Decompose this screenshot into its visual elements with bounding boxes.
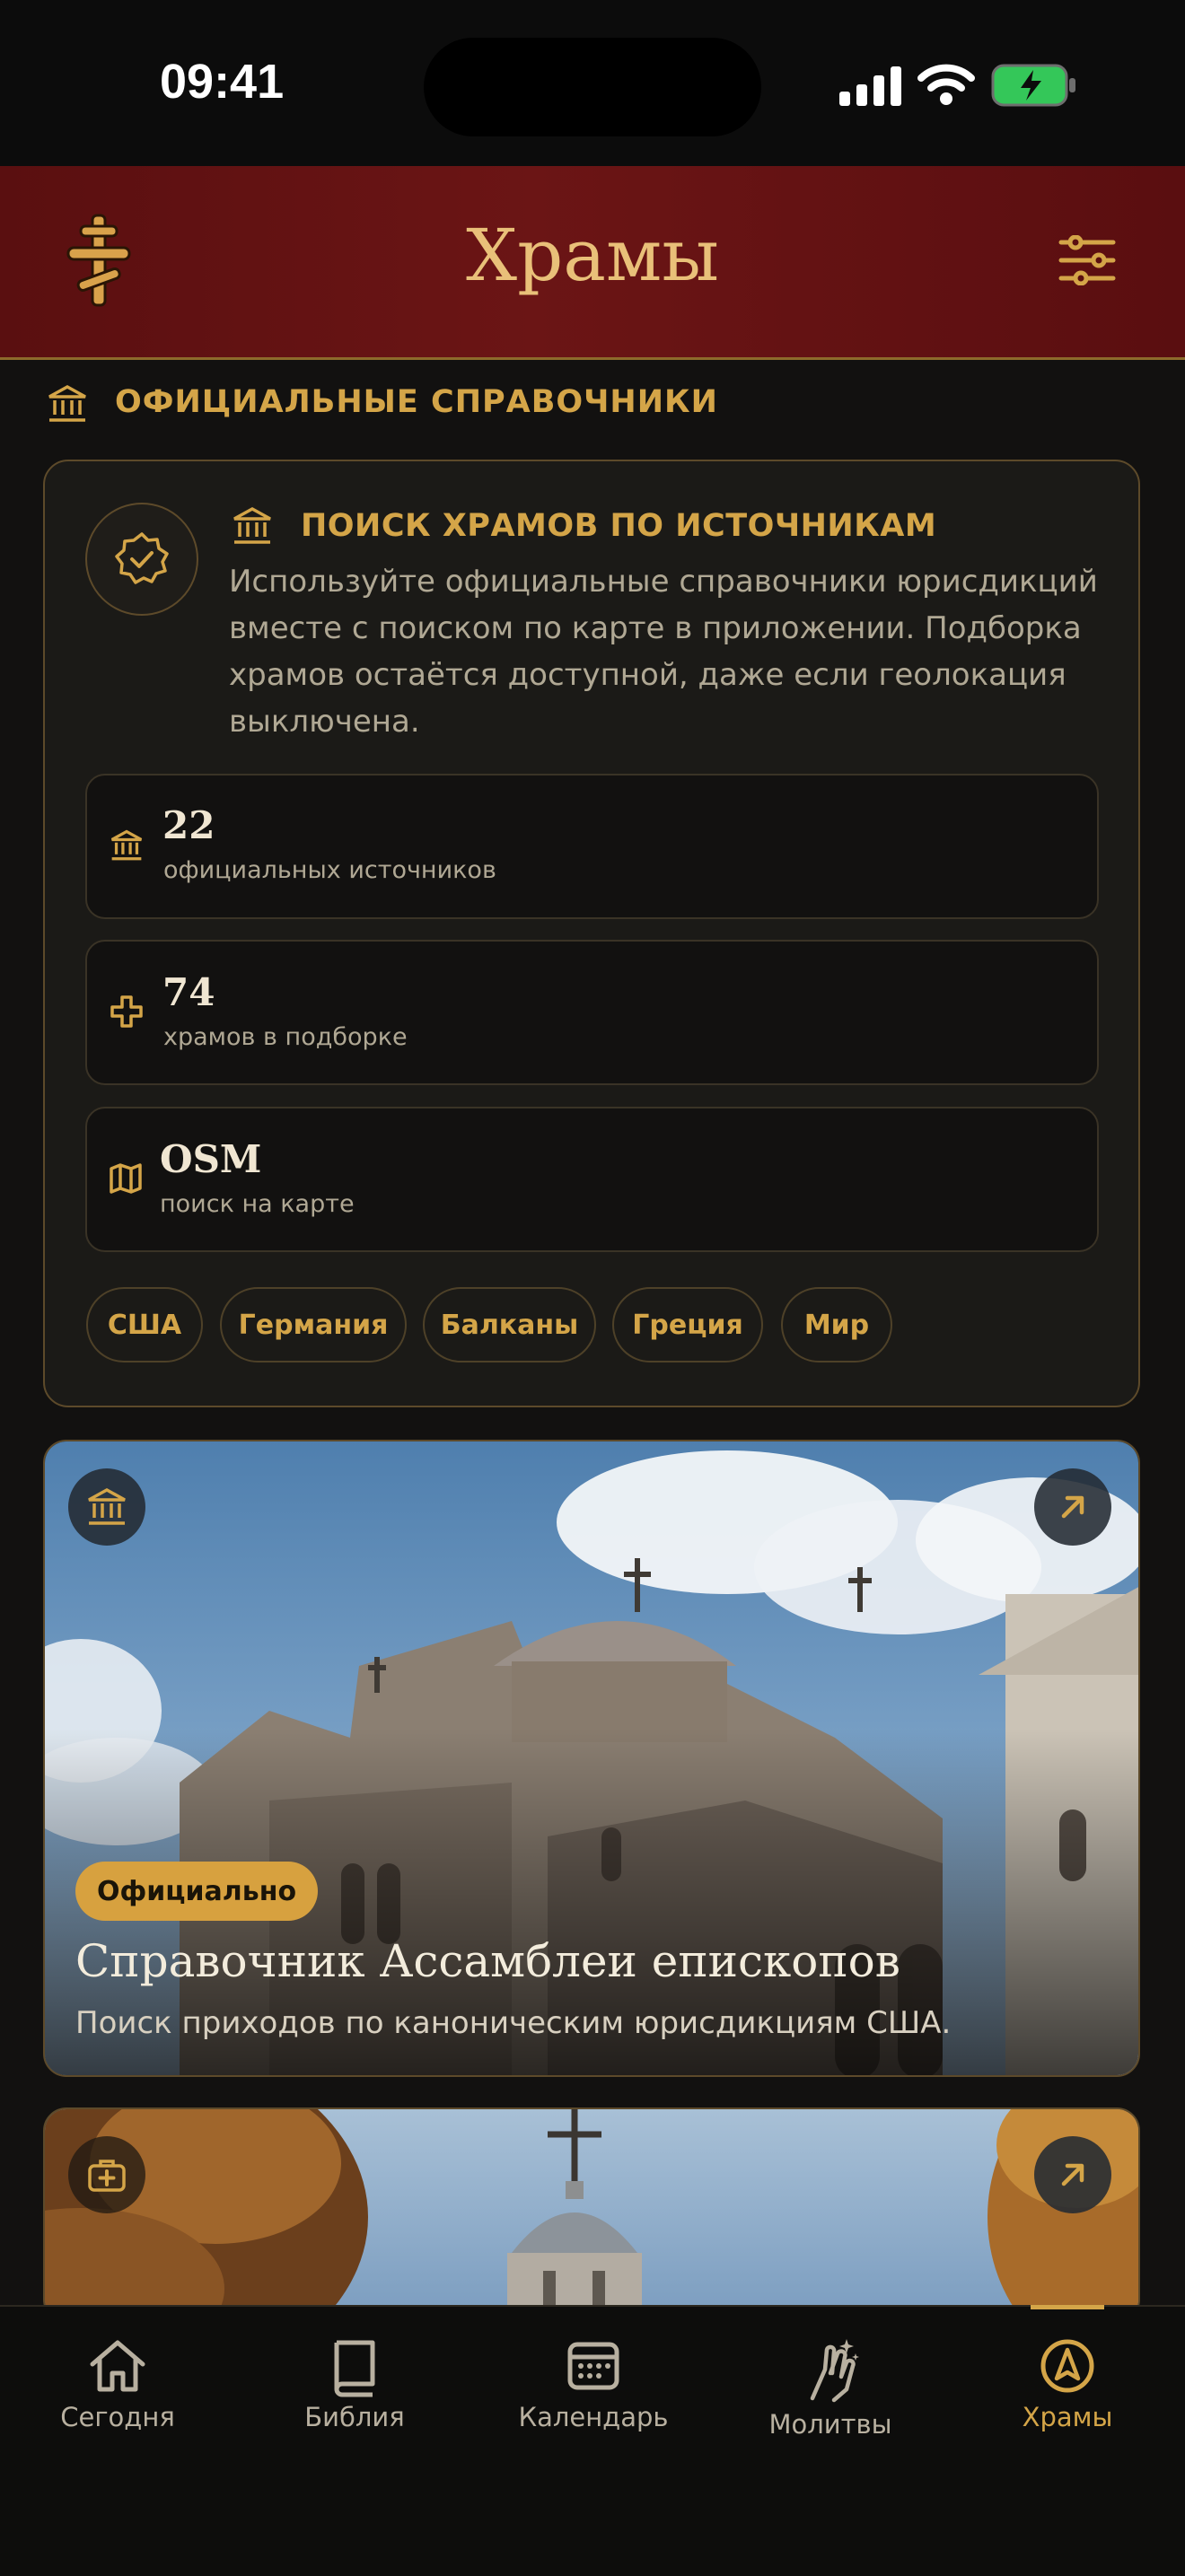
stat-label: поиск на карте: [160, 1190, 355, 1218]
tab-label: Библия: [304, 2402, 405, 2432]
sliders-icon[interactable]: [1058, 235, 1117, 285]
tab-label: Молитвы: [768, 2409, 892, 2440]
verified-badge-icon: [115, 532, 169, 584]
arrow-up-right-icon: [1061, 2163, 1084, 2186]
feature-card[interactable]: [43, 2107, 1140, 2323]
calendar-icon: [567, 2342, 619, 2390]
open-link-button[interactable]: [1034, 1468, 1111, 1546]
praying-hands-icon: [810, 2339, 859, 2403]
dynamic-island: [424, 38, 761, 136]
signal-icon: [839, 66, 901, 106]
card-title: ПОИСК ХРАМОВ ПО ИСТОЧНИКАМ: [301, 508, 937, 544]
cross-icon: [110, 995, 143, 1028]
open-link-button[interactable]: [1034, 2136, 1111, 2213]
institution-icon: [233, 507, 271, 544]
battery-icon: [991, 64, 1075, 107]
chip-world[interactable]: Мир: [781, 1287, 892, 1362]
card-description: Используйте официальные справочники юрис…: [229, 564, 1098, 740]
institution-icon: [88, 1488, 126, 1525]
book-icon: [334, 2340, 375, 2397]
chip-usa[interactable]: США: [86, 1287, 203, 1362]
section-title: ОФИЦИАЛЬНЫЕ СПРАВОЧНИКИ: [115, 384, 718, 420]
page-title: Храмы: [466, 214, 719, 297]
home-icon: [90, 2340, 145, 2392]
tab-label: Храмы: [1022, 2402, 1113, 2432]
status-time: 09:41: [160, 55, 285, 109]
tab-churches[interactable]: Храмы: [964, 2334, 1171, 2432]
stat-churches: [85, 940, 1099, 1085]
church-photo: [45, 2109, 1138, 2321]
tab-bible[interactable]: Библия: [251, 2334, 458, 2432]
stat-label: храмов в подборке: [163, 1023, 408, 1051]
institution-badge: [68, 1468, 145, 1546]
stat-value: 22: [162, 803, 215, 847]
feature-title: Справочник Ассамблеи епископов: [75, 1935, 900, 1987]
tab-label: Сегодня: [60, 2402, 175, 2432]
tab-today[interactable]: Сегодня: [14, 2334, 221, 2432]
stat-value: OSM: [160, 1137, 262, 1181]
tab-label: Календарь: [518, 2402, 669, 2432]
wifi-icon: [917, 64, 975, 105]
stat-value: 74: [162, 970, 215, 1014]
category-badge: [68, 2136, 145, 2213]
active-tab-indicator: [1031, 2305, 1104, 2309]
map-icon: [110, 1163, 142, 1194]
feature-subtitle: Поиск приходов по каноническим юрисдикци…: [75, 2005, 952, 2041]
tab-prayers[interactable]: Молитвы: [727, 2334, 934, 2440]
official-badge: Официально: [75, 1862, 319, 1921]
compass-icon: [1040, 2339, 1094, 2393]
chip-balkans[interactable]: Балканы: [423, 1287, 596, 1362]
tab-calendar[interactable]: Календарь: [490, 2334, 697, 2432]
institution-icon: [48, 385, 86, 422]
stat-label: официальных источников: [163, 856, 496, 884]
institution-icon: [110, 829, 143, 861]
stat-sources: [85, 774, 1099, 919]
first-aid-icon: [88, 2160, 126, 2192]
arrow-up-right-icon: [1061, 1495, 1084, 1519]
chip-greece[interactable]: Греция: [612, 1287, 763, 1362]
chip-germany[interactable]: Германия: [220, 1287, 407, 1362]
